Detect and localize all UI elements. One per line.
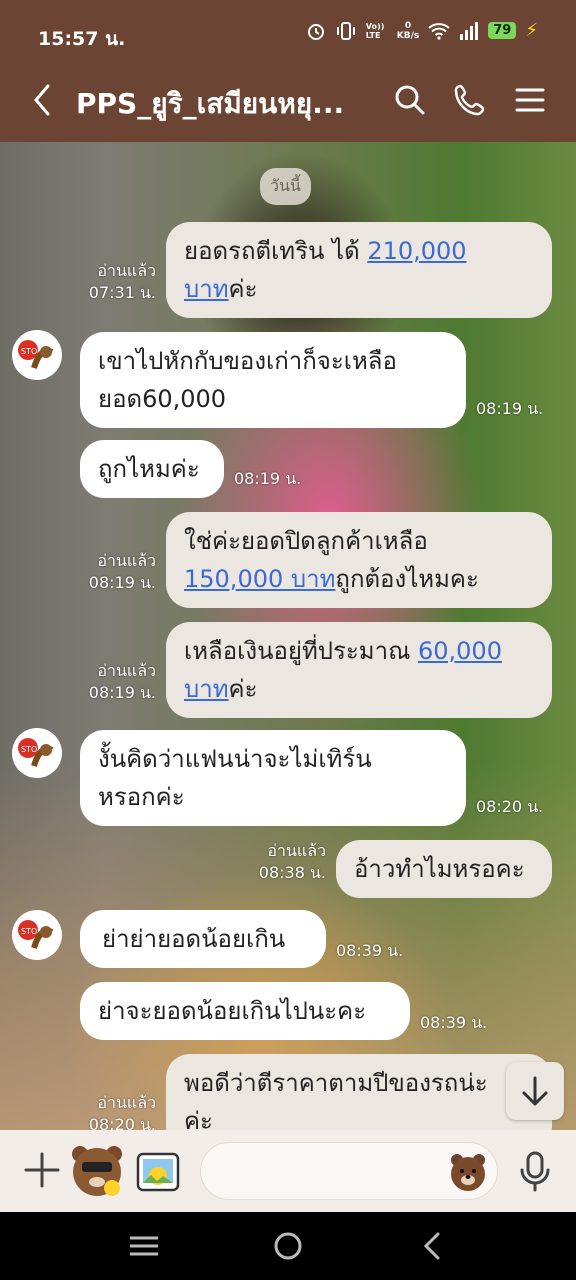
search-icon[interactable] (392, 82, 428, 118)
message-meta: อ่านแล้ว 08:19 น. (76, 660, 156, 704)
avatar[interactable]: STOP (12, 910, 62, 960)
chat-title[interactable]: PPS_ยูริ_เสมียนหยุ... (76, 82, 366, 126)
date-chip: วันนี้ (260, 168, 311, 205)
message-bubble-outgoing[interactable]: ใช่ค่ะยอดปิดลูกค้าเหลือ 150,000 บาทถูกต้… (166, 512, 552, 608)
wifi-icon (428, 22, 450, 40)
chat-area[interactable]: วันนี้ อ่านแล้ว 07:31 น. ยอดรถตีเทริน ได… (0, 142, 576, 1130)
message-input-bar (0, 1130, 576, 1212)
status-icons: Vo)) LTE 0 KB/s 79 ⚡ (306, 20, 538, 41)
message-time: 07:31 น. (88, 283, 156, 302)
message-meta: อ่านแล้ว 07:31 น. (76, 260, 156, 304)
system-nav-bar (0, 1212, 576, 1280)
sticker-bear-icon[interactable] (68, 1142, 126, 1200)
signal-icon (460, 21, 479, 40)
message-time: 08:19 น. (476, 399, 544, 418)
message-bubble-incoming[interactable]: ย่าย่ายอดน้อยเกิน (80, 910, 326, 968)
vibrate-icon (336, 21, 355, 40)
emoji-icon[interactable] (446, 1150, 490, 1194)
scroll-to-bottom-button[interactable] (506, 1062, 564, 1120)
amount-link[interactable]: 60,000 (418, 637, 502, 665)
read-receipt: อ่านแล้ว (97, 551, 156, 570)
charging-icon: ⚡ (525, 20, 538, 41)
message-time: 08:20 น. (476, 797, 544, 816)
message-bubble-outgoing[interactable]: พอดีว่าตีราคาตามปีของรถน่ะ ค่ะ (166, 1054, 552, 1130)
amount-link[interactable]: 210,000 (367, 237, 466, 265)
recent-apps-icon[interactable] (126, 1228, 162, 1264)
read-receipt: อ่านแล้ว (97, 661, 156, 680)
message-bubble-outgoing[interactable]: เหลือเงินอยู่ที่ประมาณ 60,000 บาทค่ะ (166, 622, 552, 718)
message-time: 08:39 น. (336, 941, 404, 960)
read-receipt: อ่านแล้ว (97, 261, 156, 280)
message-time: 08:20 น. (88, 1115, 156, 1130)
battery-icon: 79 (488, 22, 517, 39)
amount-link[interactable]: 150,000 บาท (184, 565, 335, 593)
message-meta: อ่านแล้ว 08:19 น. (76, 550, 156, 594)
message-bubble-incoming[interactable]: ถูกไหมค่ะ (80, 440, 224, 498)
net-speed: 0 KB/s (396, 20, 420, 41)
message-bubble-incoming[interactable]: เขาไปหักกับของเก่าก็จะเหลือ ยอด60,000 (80, 332, 466, 428)
message-time: 08:19 น. (234, 469, 302, 488)
currency-link[interactable]: บาท (184, 675, 229, 703)
volte-icon: Vo)) LTE (365, 21, 385, 40)
status-time: 15:57 น. (38, 28, 126, 50)
message-time: 08:39 น. (420, 1013, 488, 1032)
menu-icon[interactable] (512, 82, 548, 118)
read-receipt: อ่านแล้ว (97, 1093, 156, 1112)
plus-icon[interactable] (22, 1150, 62, 1190)
message-bubble-incoming[interactable]: ย่าจะยอดน้อยเกินไปนะคะ (80, 982, 410, 1040)
read-receipt: อ่านแล้ว (267, 841, 326, 860)
avatar[interactable]: STOP (12, 728, 62, 778)
status-bar: 15:57 น. Vo)) LTE 0 KB/s 79 ⚡ (0, 0, 576, 62)
back-nav-icon[interactable] (414, 1228, 450, 1264)
back-icon[interactable] (28, 80, 58, 120)
mic-icon[interactable] (512, 1148, 558, 1194)
currency-link[interactable]: บาท (184, 275, 229, 303)
alarm-icon (307, 23, 324, 40)
call-icon[interactable] (452, 82, 488, 118)
message-bubble-outgoing[interactable]: อ้าวทำไมหรอคะ (336, 840, 552, 898)
message-bubble-outgoing[interactable]: ยอดรถตีเทริน ได้ 210,000 บาทค่ะ (166, 222, 552, 318)
avatar[interactable]: STOP (12, 330, 62, 380)
arrow-down-icon (522, 1076, 548, 1106)
message-meta: อ่านแล้ว 08:20 น. (76, 1092, 156, 1130)
message-bubble-incoming[interactable]: งั้นคิดว่าแฟนน่าจะไม่เทิร์น หรอกค่ะ (80, 730, 466, 826)
home-icon[interactable] (270, 1228, 306, 1264)
message-time: 08:38 น. (258, 863, 326, 882)
chat-header: PPS_ยูริ_เสมียนหยุ... (0, 62, 576, 142)
photo-sticker-icon[interactable] (134, 1148, 182, 1196)
message-time: 08:19 น. (88, 683, 156, 702)
message-meta: อ่านแล้ว 08:38 น. (246, 840, 326, 884)
message-time: 08:19 น. (88, 573, 156, 592)
